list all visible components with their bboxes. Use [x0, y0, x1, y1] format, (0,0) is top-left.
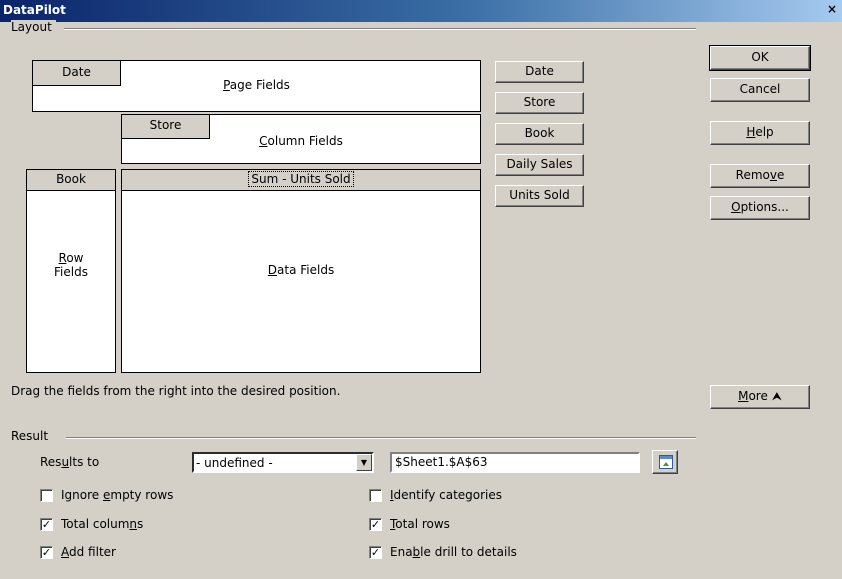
available-field-book[interactable]: Book: [495, 123, 584, 145]
checkbox-box[interactable]: [369, 488, 382, 502]
result-group-label: Result: [11, 429, 53, 443]
checkbox-box[interactable]: [40, 488, 53, 502]
page-field-divider: [32, 85, 121, 86]
checkmark-icon[interactable]: ✓: [369, 517, 382, 531]
checkmark-icon[interactable]: ✓: [40, 517, 53, 531]
available-field-units-sold[interactable]: Units Sold: [495, 185, 584, 207]
page-field-date[interactable]: Date: [32, 60, 121, 86]
enable-drill-checkbox[interactable]: ✓ Enable drill to details: [369, 545, 517, 559]
help-button[interactable]: Help: [710, 121, 810, 145]
total-rows-checkbox[interactable]: ✓ Total rows: [369, 517, 450, 531]
destination-select[interactable]: - undefined - ▼: [192, 452, 374, 473]
ignore-empty-rows-checkbox[interactable]: Ignore empty rows: [40, 488, 173, 502]
ok-button[interactable]: OK: [709, 45, 811, 71]
identify-categories-label: Identify categories: [390, 488, 503, 502]
destination-select-value: - undefined -: [196, 456, 273, 470]
enable-drill-label: Enable drill to details: [390, 545, 517, 559]
options-button[interactable]: Options...: [710, 196, 810, 220]
dialog-body: Layout Page Fields Date Column Fields St…: [0, 20, 842, 579]
row-fields-label: Row Fields: [54, 251, 88, 279]
checkmark-icon[interactable]: ✓: [369, 545, 382, 559]
dropdown-arrow-icon[interactable]: ▼: [356, 454, 372, 471]
layout-hint: Drag the fields from the right into the …: [11, 384, 341, 398]
row-field-book[interactable]: Book: [26, 169, 116, 191]
ignore-empty-rows-label: Ignore empty rows: [61, 488, 174, 502]
data-field-sum-units-sold[interactable]: Sum - Units Sold: [121, 169, 481, 191]
shrink-dialog-icon: [659, 455, 673, 469]
data-fields-area[interactable]: Data Fields: [121, 190, 481, 373]
layout-separator: [64, 28, 696, 30]
identify-categories-checkbox[interactable]: Identify categories: [369, 488, 502, 502]
window-title: DataPilot: [3, 3, 66, 17]
add-filter-label: Add filter: [61, 545, 116, 559]
collapse-arrows-icon: ⮝: [771, 389, 782, 403]
checkmark-icon[interactable]: ✓: [40, 545, 53, 559]
layout-group-label: Layout: [11, 20, 56, 34]
remove-button[interactable]: Remove: [710, 164, 810, 188]
destination-input[interactable]: $Sheet1.$A$63: [390, 452, 640, 473]
column-field-store[interactable]: Store: [121, 114, 210, 139]
result-separator: [66, 437, 696, 439]
available-field-date[interactable]: Date: [495, 61, 584, 83]
available-field-daily-sales[interactable]: Daily Sales: [495, 154, 584, 176]
cancel-button[interactable]: Cancel: [710, 78, 810, 102]
available-field-store[interactable]: Store: [495, 92, 584, 114]
data-fields-label: Data Fields: [267, 263, 335, 277]
total-rows-label: Total rows: [390, 517, 450, 531]
results-to-label: Results to: [40, 455, 100, 469]
add-filter-checkbox[interactable]: ✓ Add filter: [40, 545, 116, 559]
title-bar: DataPilot ×: [0, 0, 842, 22]
shrink-button[interactable]: [652, 450, 678, 474]
close-icon[interactable]: ×: [824, 2, 840, 18]
more-button[interactable]: More ⮝: [710, 385, 810, 409]
row-fields-area[interactable]: Row Fields: [26, 190, 116, 373]
total-columns-checkbox[interactable]: ✓ Total columns: [40, 517, 143, 531]
total-columns-label: Total columns: [61, 517, 144, 531]
